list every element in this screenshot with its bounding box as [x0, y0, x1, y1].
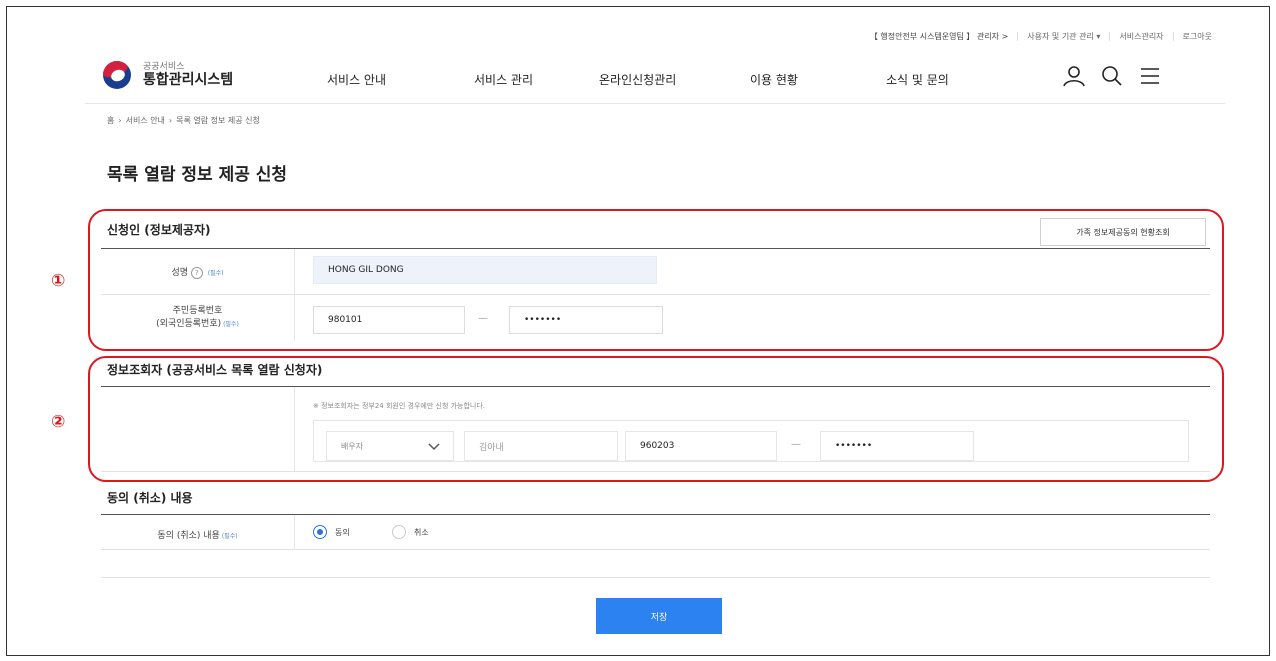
government-emblem-icon — [103, 61, 131, 89]
required-mark: (필수) — [221, 533, 238, 540]
nav-item-service-management[interactable]: 서비스 관리 — [474, 71, 533, 88]
logo-title: 통합관리시스템 — [143, 71, 234, 88]
nav-item-news-inquiry[interactable]: 소식 및 문의 — [886, 71, 949, 88]
consent-agree-radio[interactable]: 동의 — [313, 525, 350, 539]
users-menu-link[interactable]: 사용자 및 기관 관리 ▾ — [1018, 31, 1109, 42]
user-icon[interactable] — [1062, 64, 1086, 88]
chevron-right-icon: › — [118, 116, 122, 125]
row-divider — [101, 577, 1210, 578]
section-top-rule — [101, 514, 1210, 515]
org-admin-link[interactable]: 【 행정안전부 시스템운영팀 】 관리자 > — [861, 31, 1017, 42]
site-logo[interactable]: 공공서비스 통합관리시스템 — [103, 61, 233, 89]
annotation-number-2: ② — [51, 412, 66, 432]
nav-item-service-guide[interactable]: 서비스 안내 — [327, 71, 386, 88]
annotation-number-1: ① — [51, 271, 66, 291]
nav-item-online-application[interactable]: 온라인신청관리 — [599, 71, 676, 88]
hamburger-menu-icon[interactable] — [1138, 64, 1162, 88]
breadcrumb-home[interactable]: 홈 — [107, 115, 114, 126]
breadcrumb: 홈 › 서비스 안내 › 목록 열람 정보 제공 신청 — [107, 115, 264, 126]
service-admin-link[interactable]: 서비스관리자 — [1110, 31, 1172, 42]
page-title: 목록 열람 정보 제공 신청 — [107, 165, 288, 185]
logout-link[interactable]: 로그아웃 — [1174, 31, 1221, 42]
consent-section-title: 동의 (취소) 내용 — [107, 491, 193, 505]
nav-item-usage-status[interactable]: 이용 현황 — [750, 71, 798, 88]
search-icon[interactable] — [1100, 64, 1124, 88]
annotation-box-2 — [88, 356, 1224, 482]
header-divider — [85, 103, 1225, 104]
consent-cancel-label: 취소 — [414, 527, 429, 537]
consent-label-text: 동의 (취소) 내용 — [157, 531, 220, 541]
annotation-box-1 — [88, 209, 1224, 351]
save-button[interactable]: 저장 — [596, 598, 722, 634]
utility-bar: 【 행정안전부 시스템운영팀 】 관리자 > 사용자 및 기관 관리 ▾ 서비스… — [861, 31, 1221, 42]
header-actions — [1062, 64, 1176, 88]
column-divider — [294, 515, 295, 549]
logo-subtitle: 공공서비스 — [143, 61, 185, 72]
breadcrumb-current: 목록 열람 정보 제공 신청 — [176, 116, 260, 125]
radio-unselected-icon — [392, 525, 406, 539]
consent-cancel-radio[interactable]: 취소 — [392, 525, 429, 539]
consent-agree-label: 동의 — [335, 527, 350, 537]
chevron-right-icon: › — [168, 116, 173, 125]
radio-selected-icon — [313, 525, 327, 539]
breadcrumb-service-guide[interactable]: 서비스 안내 — [126, 115, 165, 126]
row-divider — [101, 549, 1210, 550]
consent-label: 동의 (취소) 내용 (필수) — [101, 528, 294, 541]
